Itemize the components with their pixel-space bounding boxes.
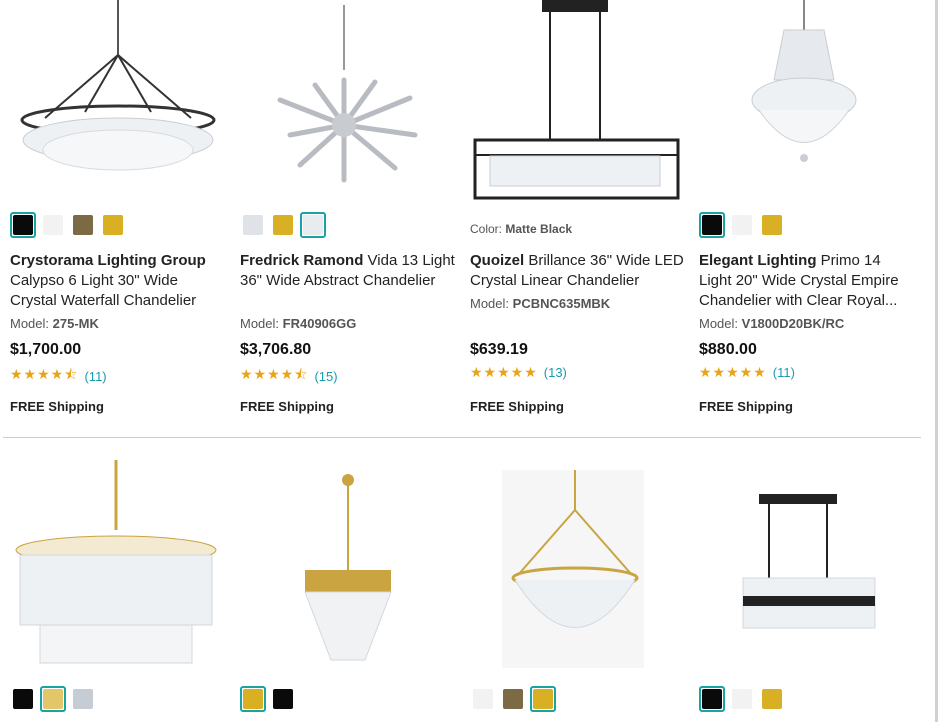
product-price: $639.19: [470, 341, 528, 358]
color-swatches: [699, 686, 785, 712]
product-brand: Elegant Lighting: [699, 252, 817, 269]
shipping-info: FREE Shipping: [470, 399, 564, 414]
product-image[interactable]: [240, 460, 458, 670]
product-model: Model: PCBNC635MBK: [470, 296, 611, 311]
shipping-info: FREE Shipping: [240, 399, 334, 414]
swatch-black[interactable]: [10, 686, 36, 712]
product-image[interactable]: [10, 0, 228, 190]
swatch-black[interactable]: [699, 212, 725, 238]
product-rating[interactable]: ★★★★⯪ (15): [240, 364, 338, 388]
swatch-brass[interactable]: [40, 686, 66, 712]
product-price: $3,706.80: [240, 341, 312, 358]
product-image[interactable]: [699, 0, 917, 190]
swatch-gold[interactable]: [240, 686, 266, 712]
row-divider: [3, 437, 921, 438]
swatch-bronze[interactable]: [70, 212, 96, 238]
swatch-white[interactable]: [40, 212, 66, 238]
product-image[interactable]: [470, 460, 688, 670]
swatch-black[interactable]: [270, 686, 296, 712]
swatch-gold[interactable]: [100, 212, 126, 238]
product-title[interactable]: Fredrick Ramond Vida 13 Light 36" Wide A…: [240, 251, 458, 291]
swatch-white[interactable]: [729, 686, 755, 712]
product-image[interactable]: [699, 460, 917, 670]
product-name: Calypso 6 Light 30" Wide Crystal Waterfa…: [10, 272, 197, 309]
product-rating[interactable]: ★★★★★ (11): [699, 364, 795, 381]
product-image[interactable]: [10, 460, 228, 670]
review-count[interactable]: (15): [314, 369, 337, 384]
product-image[interactable]: [470, 0, 688, 205]
shipping-info: FREE Shipping: [699, 399, 793, 414]
product-title[interactable]: Crystorama Lighting Group Calypso 6 Ligh…: [10, 251, 228, 311]
shipping-info: FREE Shipping: [10, 399, 104, 414]
swatch-silver[interactable]: [70, 686, 96, 712]
review-count[interactable]: (11): [773, 365, 795, 380]
product-image[interactable]: [240, 0, 458, 190]
swatch-silver[interactable]: [240, 212, 266, 238]
product-price: $880.00: [699, 341, 757, 358]
product-brand: Crystorama Lighting Group: [10, 252, 206, 269]
product-rating[interactable]: ★★★★★ (13): [470, 364, 567, 381]
swatch-chrome[interactable]: [300, 212, 326, 238]
swatch-gold[interactable]: [530, 686, 556, 712]
star-rating-icon: ★★★★⯪: [240, 366, 309, 382]
selected-color-label: Color: Matte Black: [470, 222, 573, 236]
product-title[interactable]: Quoizel Brillance 36" Wide LED Crystal L…: [470, 251, 688, 291]
review-count[interactable]: (11): [84, 369, 106, 384]
star-rating-icon: ★★★★⯪: [10, 366, 79, 382]
product-title[interactable]: Elegant Lighting Primo 14 Light 20" Wide…: [699, 251, 917, 311]
color-swatches: [240, 686, 296, 712]
color-swatches: [240, 212, 326, 238]
swatch-gold[interactable]: [270, 212, 296, 238]
color-swatches: [10, 686, 96, 712]
swatch-bronze[interactable]: [500, 686, 526, 712]
swatch-gold[interactable]: [759, 212, 785, 238]
swatch-gold[interactable]: [759, 686, 785, 712]
color-swatches: [470, 686, 556, 712]
star-rating-icon: ★★★★★: [699, 364, 767, 380]
color-swatches: [699, 212, 785, 238]
swatch-black[interactable]: [10, 212, 36, 238]
swatch-white[interactable]: [470, 686, 496, 712]
product-brand: Quoizel: [470, 252, 525, 269]
swatch-white[interactable]: [729, 212, 755, 238]
product-rating[interactable]: ★★★★⯪ (11): [10, 364, 107, 388]
product-model: Model: 275-MK: [10, 316, 99, 331]
product-model: Model: FR40906GG: [240, 316, 357, 331]
color-swatches: [10, 212, 126, 238]
product-brand: Fredrick Ramond: [240, 252, 364, 269]
review-count[interactable]: (13): [544, 365, 567, 380]
star-rating-icon: ★★★★★: [470, 364, 538, 380]
product-price: $1,700.00: [10, 341, 82, 358]
swatch-black[interactable]: [699, 686, 725, 712]
product-model: Model: V1800D20BK/RC: [699, 316, 845, 331]
